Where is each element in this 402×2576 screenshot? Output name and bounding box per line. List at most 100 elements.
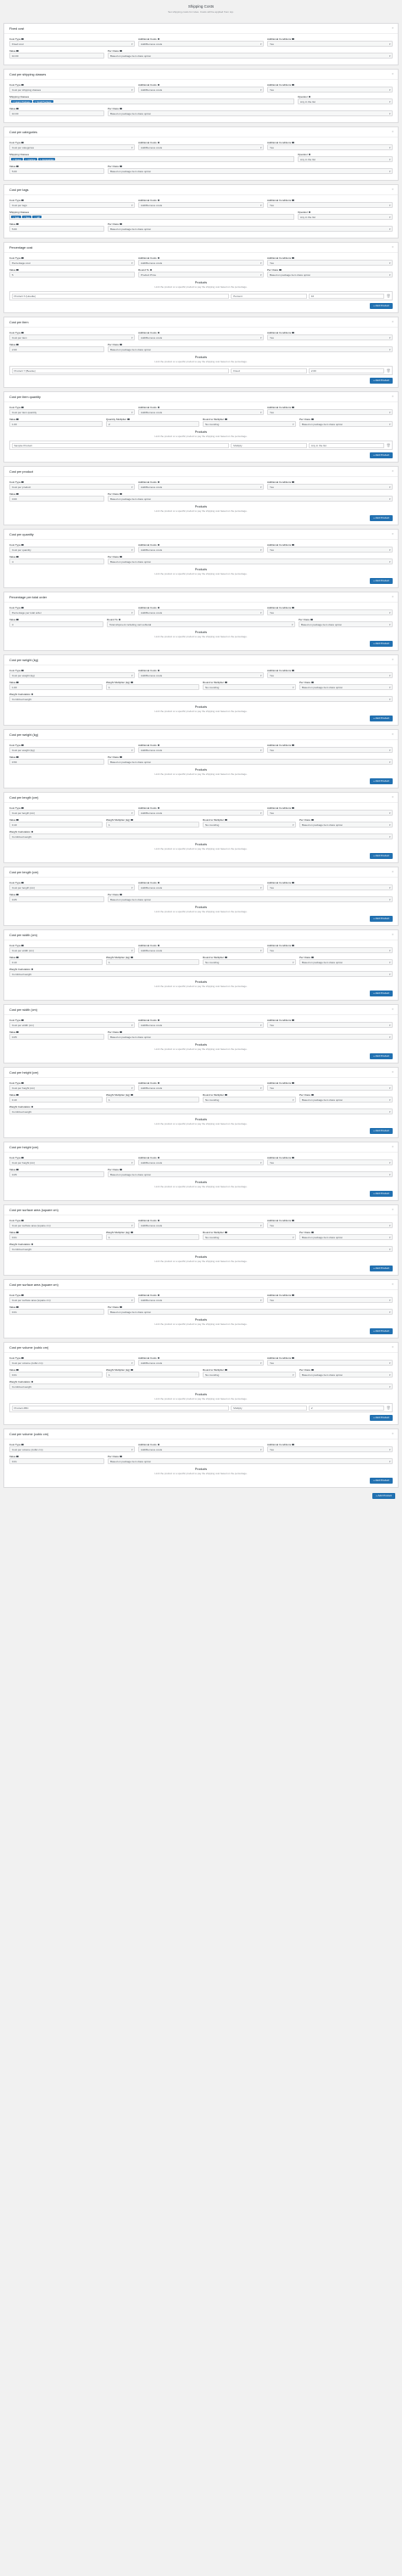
cost-type-input[interactable]: Cost per surface area (square cm) [9,1222,135,1228]
per-class-input[interactable]: Based on package item class option [299,421,393,427]
product-select[interactable]: Product Y (Beanie) [11,368,230,373]
product-value[interactable]: 10 [308,293,385,299]
value-input[interactable]: 0.05 [9,896,104,902]
add-product-button[interactable]: + Add Product [370,778,393,784]
additional-conditions-input[interactable]: Yes [267,1222,393,1228]
close-icon[interactable]: × [391,1070,394,1074]
add-product-button[interactable]: + Add Product [370,1266,393,1271]
additional-costs-input[interactable]: Add/Remove costs [138,484,264,490]
cost-type-input[interactable]: Cost per surface area (square cm) [9,1297,135,1303]
additional-conditions-input[interactable]: Yes [267,1360,393,1366]
product-operator[interactable]: Multiply [231,1405,307,1411]
per-class-input[interactable]: Based on package item class option [299,822,393,828]
additional-conditions-input[interactable]: Yes [267,884,393,890]
value-input[interactable]: 0.05 [9,1171,104,1177]
multiplier-input[interactable]: 1 [106,959,199,965]
value-input[interactable]: 3.00 [9,496,104,502]
per-class-input[interactable]: Based on package item class option [299,621,393,627]
value-input[interactable]: 1.00 [9,421,103,427]
add-product-button[interactable]: + Add Product [370,853,393,859]
product-select[interactable]: Sample Product [11,442,230,448]
value-input[interactable]: 4 [9,558,104,564]
cost-type-input[interactable]: Fixed cost [9,41,135,47]
additional-conditions-input[interactable]: Yes [267,144,393,150]
per-class-input[interactable]: Based on package item class option [108,759,393,765]
additional-conditions-input[interactable]: Yes [267,547,393,553]
percent-of-input[interactable]: Product Price [138,272,264,278]
additional-conditions-input[interactable]: Yes [267,1022,393,1028]
close-icon[interactable]: × [391,188,394,191]
value-input[interactable]: 0.10 [9,959,103,965]
close-icon[interactable]: × [391,1208,394,1211]
selected-tag[interactable]: ×Small Package [32,100,53,104]
additional-costs-input[interactable]: Add/Remove costs [138,202,264,208]
close-icon[interactable]: × [391,870,394,873]
weight-calculation-input[interactable]: Combined weight [9,1246,393,1252]
add-product-button[interactable]: + Add Product [370,1415,393,1421]
weight-calculation-input[interactable]: Combined weight [9,1383,393,1389]
weight-calculation-input[interactable]: Combined weight [9,1108,393,1114]
add-product-button[interactable]: + Add Product [370,991,393,996]
additional-costs-input[interactable]: Add/Remove costs [138,747,264,753]
per-class-input[interactable]: Based on package item class option [108,168,393,174]
close-icon[interactable]: × [391,130,394,133]
value-input[interactable]: 3 [9,621,103,627]
additional-conditions-input[interactable]: Yes [267,747,393,753]
additional-costs-input[interactable]: Add/Remove costs [138,810,264,816]
product-operator[interactable]: Percent [231,293,307,299]
additional-costs-input[interactable]: Add/Remove costs [138,1159,264,1165]
value-input[interactable]: 1.00 [9,684,103,690]
trash-icon[interactable]: 🗑 [386,1406,390,1410]
round-to-multiplier-input[interactable]: No rounding [203,959,296,965]
per-class-input[interactable]: Based on package item class option [299,684,393,690]
additional-costs-input[interactable]: Add/Remove costs [138,672,264,678]
additional-costs-input[interactable]: Add/Remove costs [138,1222,264,1228]
weight-calculation-input[interactable]: Combined weight [9,971,393,977]
additional-conditions-input[interactable]: Yes [267,409,393,415]
close-icon[interactable]: × [391,1145,394,1148]
based-on-input[interactable]: Total shipment including cart subtotal [107,621,295,627]
selected-tag[interactable]: ×Accessories [37,158,56,161]
additional-costs-input[interactable]: Add/Remove costs [138,144,264,150]
cost-type-input[interactable]: Percentage per total order [9,609,135,615]
operator-input[interactable]: Any in the list [298,98,393,104]
cost-type-input[interactable]: Cost per weight (kg) [9,747,135,753]
cost-type-input[interactable]: Cost per quantity [9,547,135,553]
trash-icon[interactable]: 🗑 [386,443,390,447]
per-class-input[interactable]: Based on package item class option [299,959,393,965]
close-icon[interactable]: × [391,795,394,799]
additional-conditions-input[interactable]: Yes [267,334,393,340]
round-to-multiplier-input[interactable]: No rounding [203,1234,296,1240]
per-class-input[interactable]: Based on package item class option [108,1309,393,1315]
per-class-input[interactable]: Based on package item class option [108,558,393,564]
cost-type-input[interactable]: Cost per height (cm) [9,1085,135,1091]
operator-input[interactable]: Any in the list [298,214,393,220]
additional-costs-input[interactable]: Add/Remove costs [138,884,264,890]
value-input[interactable]: 5 [9,272,135,278]
add-product-button[interactable]: + Add Product [370,578,393,584]
additional-costs-input[interactable]: Add/Remove costs [138,41,264,47]
add-product-button[interactable]: + Add Product [370,1328,393,1334]
close-icon[interactable]: × [391,395,394,398]
close-icon[interactable]: × [391,1345,394,1349]
weight-calculation-input[interactable]: Combined weight [9,833,393,839]
product-operator[interactable]: Fixed [231,368,307,373]
close-icon[interactable]: × [391,1432,394,1435]
weight-calculation-input[interactable]: Combined weight [9,696,393,702]
multiplier-input[interactable]: 1 [106,822,199,828]
additional-costs-input[interactable]: Add/Remove costs [138,1022,264,1028]
close-icon[interactable]: × [391,1282,394,1286]
add-product-button[interactable]: + Add Product [370,515,393,521]
close-icon[interactable]: × [391,320,394,323]
additional-conditions-input[interactable]: Yes [267,810,393,816]
value-input[interactable]: 10.00 [9,53,104,59]
operator-input[interactable]: Any in the list [298,156,393,162]
multiplier-input[interactable]: 1 [106,1234,199,1240]
per-class-input[interactable]: Based on package item class option [108,346,393,352]
cost-type-input[interactable]: Cost per length (cm) [9,884,135,890]
additional-costs-input[interactable]: Add/Remove costs [138,1297,264,1303]
trash-icon[interactable]: 🗑 [386,294,390,298]
close-icon[interactable]: × [391,72,394,76]
selected-tag[interactable]: ×New [21,216,32,219]
cost-type-input[interactable]: Cost per categories [9,144,135,150]
